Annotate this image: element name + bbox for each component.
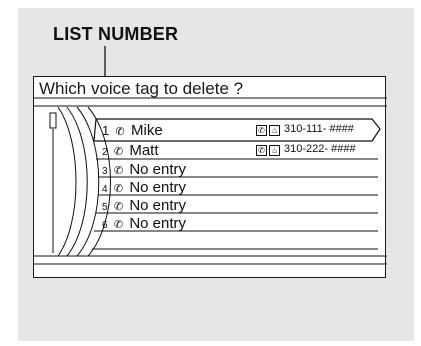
phone-icon: ✆ bbox=[113, 146, 124, 158]
home-icon: ⌂ bbox=[269, 125, 280, 136]
list-item[interactable]: 4 ✆ No entry bbox=[102, 179, 186, 197]
contact-name: No entry bbox=[129, 197, 187, 214]
phone-icon: ✆ bbox=[113, 183, 124, 195]
screen-frame bbox=[34, 97, 387, 265]
phone-number: 310-222- #### bbox=[284, 143, 356, 155]
list-item[interactable]: 3 ✆ No entry bbox=[102, 161, 186, 179]
contact-name: Matt bbox=[129, 142, 159, 159]
list-number: 4 bbox=[102, 184, 108, 195]
phone-icon: ✆ bbox=[115, 126, 125, 138]
list-number: 3 bbox=[102, 166, 108, 177]
phonebook-icon: ✆ bbox=[256, 145, 267, 156]
phone-number: 310-111- #### bbox=[284, 123, 354, 135]
phone-icon: ✆ bbox=[113, 219, 124, 231]
list-item[interactable]: 1 ✆ Mike bbox=[102, 122, 163, 140]
contact-name: No entry bbox=[129, 215, 187, 232]
list-number-callout: LIST NUMBER bbox=[53, 24, 179, 44]
list-item[interactable]: 6 ✆ No entry bbox=[102, 215, 186, 233]
phone-icon: ✆ bbox=[113, 165, 124, 177]
contact-name: No entry bbox=[129, 179, 187, 196]
list-item[interactable]: 2 ✆ Matt bbox=[102, 142, 159, 160]
phone-icon: ✆ bbox=[113, 201, 124, 213]
list-item[interactable]: 5 ✆ No entry bbox=[102, 197, 186, 215]
phonebook-icon: ✆ bbox=[256, 125, 267, 136]
list-number: 2 bbox=[102, 147, 108, 158]
contact-name: Mike bbox=[131, 122, 163, 139]
display-screen: Which voice tag to delete ? 1 ✆ Mike ✆ ⌂… bbox=[33, 76, 387, 278]
contact-name: No entry bbox=[129, 161, 187, 178]
list-number: 1 bbox=[102, 123, 110, 138]
list-number: 5 bbox=[102, 202, 108, 213]
list-number: 6 bbox=[102, 220, 108, 231]
home-icon: ⌂ bbox=[269, 145, 280, 156]
